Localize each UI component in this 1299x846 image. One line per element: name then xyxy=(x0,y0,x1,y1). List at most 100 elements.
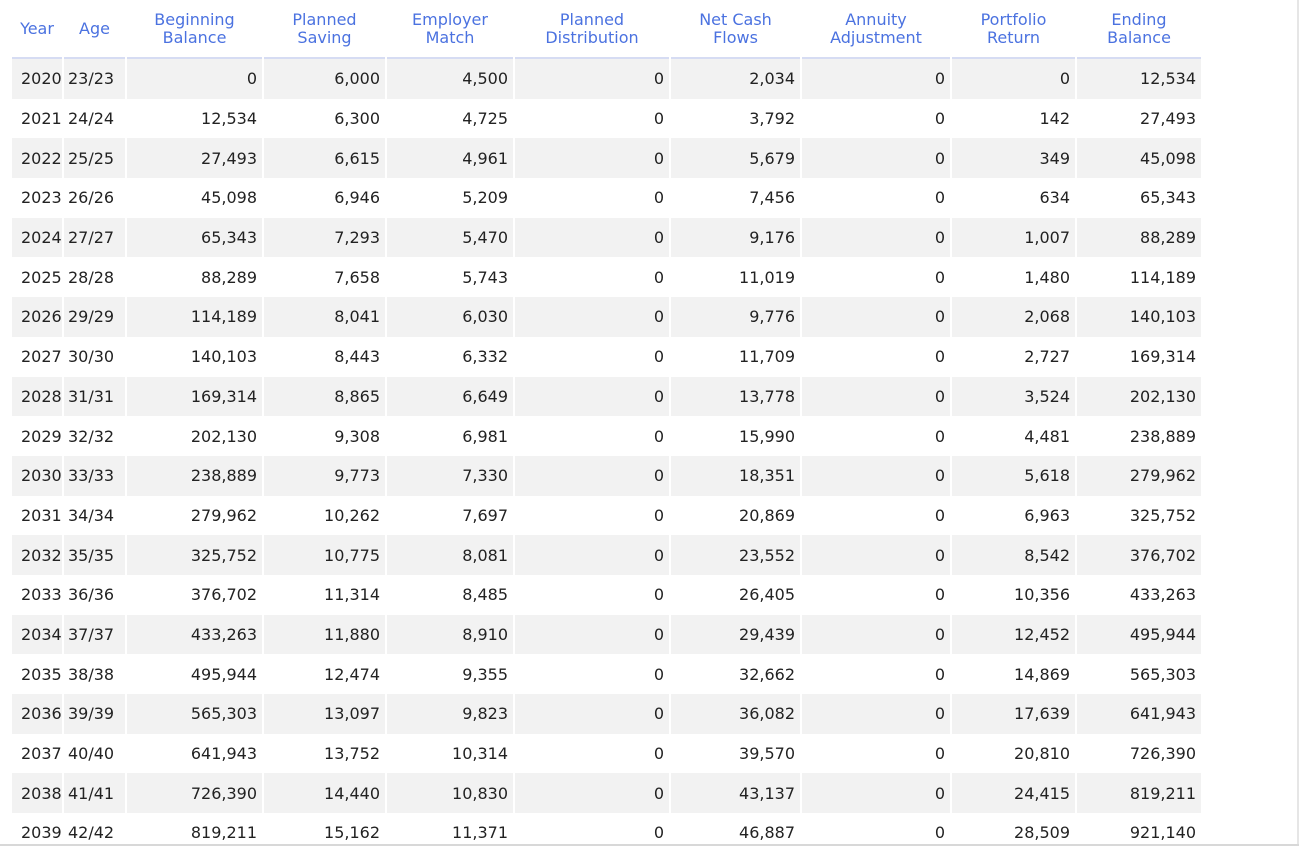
cell-planned-distribution: 0 xyxy=(515,376,669,417)
cell-ending-balance: 140,103 xyxy=(1077,297,1201,337)
col-header-label: Net Cash xyxy=(699,9,772,29)
cell-beginning-balance: 238,889 xyxy=(127,455,262,496)
cell-age: 39/39 xyxy=(64,694,125,734)
col-header-label: Employer xyxy=(412,9,488,29)
cell-ending-balance: 88,289 xyxy=(1077,217,1201,258)
col-header-employer-match[interactable]: Employer Match xyxy=(387,0,513,59)
cell-annuity-adjustment: 0 xyxy=(802,297,950,337)
cell-planned-saving: 11,314 xyxy=(264,574,385,615)
cell-ending-balance: 65,343 xyxy=(1077,178,1201,218)
cell-annuity-adjustment: 0 xyxy=(802,813,950,846)
col-header-planned-distribution[interactable]: Planned Distribution xyxy=(515,0,669,59)
cell-ending-balance: 238,889 xyxy=(1077,416,1201,456)
cell-planned-distribution: 0 xyxy=(515,813,669,846)
table-row: 2021 24/24 12,534 6,300 4,725 0 3,792 0 142 27,49… xyxy=(12,98,1201,139)
cell-employer-match: 6,649 xyxy=(387,376,513,417)
col-header-year[interactable]: Year xyxy=(12,0,62,59)
col-header-age[interactable]: Age xyxy=(64,0,125,59)
cell-planned-saving: 8,865 xyxy=(264,376,385,417)
cell-age: 29/29 xyxy=(64,297,125,337)
col-header-net-cash-flows[interactable]: Net Cash Flows xyxy=(671,0,800,59)
col-header-label: Planned xyxy=(292,9,357,29)
col-header-portfolio-return[interactable]: Portfolio Return xyxy=(952,0,1075,59)
cell-ending-balance: 202,130 xyxy=(1077,376,1201,417)
cell-employer-match: 6,981 xyxy=(387,416,513,456)
cell-planned-saving: 6,615 xyxy=(264,138,385,179)
cell-net-cash-flows: 32,662 xyxy=(671,654,800,694)
cell-portfolio-return: 6,963 xyxy=(952,495,1075,536)
cell-year: 2037 xyxy=(12,733,62,774)
cell-ending-balance: 376,702 xyxy=(1077,535,1201,575)
cell-net-cash-flows: 15,990 xyxy=(671,416,800,456)
cell-year: 2030 xyxy=(12,455,62,496)
cell-age: 26/26 xyxy=(64,178,125,218)
cell-annuity-adjustment: 0 xyxy=(802,694,950,734)
col-header-label: Year xyxy=(20,18,54,38)
cell-planned-saving: 13,097 xyxy=(264,694,385,734)
cell-portfolio-return: 17,639 xyxy=(952,694,1075,734)
table-row: 2035 38/38 495,944 12,474 9,355 0 32,662 0 14,86… xyxy=(12,654,1201,694)
savings-projection-table: Year Age Beginning Balance Planned Saving … xyxy=(10,0,1203,846)
cell-portfolio-return: 634 xyxy=(952,178,1075,218)
table-row: 2020 23/23 0 6,000 4,500 0 2,034 0 0 12,534 xyxy=(12,59,1201,99)
cell-planned-saving: 9,308 xyxy=(264,416,385,456)
table-row: 2023 26/26 45,098 6,946 5,209 0 7,456 0 634 65,34… xyxy=(12,178,1201,218)
cell-ending-balance: 819,211 xyxy=(1077,773,1201,814)
cell-net-cash-flows: 18,351 xyxy=(671,455,800,496)
cell-ending-balance: 45,098 xyxy=(1077,138,1201,179)
cell-beginning-balance: 565,303 xyxy=(127,694,262,734)
cell-annuity-adjustment: 0 xyxy=(802,495,950,536)
table-row: 2027 30/30 140,103 8,443 6,332 0 11,709 0 2,727 1… xyxy=(12,336,1201,377)
cell-net-cash-flows: 29,439 xyxy=(671,614,800,655)
cell-ending-balance: 279,962 xyxy=(1077,455,1201,496)
cell-planned-distribution: 0 xyxy=(515,495,669,536)
cell-beginning-balance: 376,702 xyxy=(127,574,262,615)
cell-employer-match: 5,743 xyxy=(387,257,513,298)
cell-annuity-adjustment: 0 xyxy=(802,773,950,814)
cell-ending-balance: 565,303 xyxy=(1077,654,1201,694)
cell-net-cash-flows: 11,709 xyxy=(671,336,800,377)
col-header-ending-balance[interactable]: Ending Balance xyxy=(1077,0,1201,59)
col-header-label: Portfolio xyxy=(980,9,1047,29)
col-header-annuity-adjustment[interactable]: Annuity Adjustment xyxy=(802,0,950,59)
cell-employer-match: 9,823 xyxy=(387,694,513,734)
cell-year: 2039 xyxy=(12,813,62,846)
table-row: 2039 42/42 819,211 15,162 11,371 0 46,887 0 28,5… xyxy=(12,813,1201,846)
cell-planned-saving: 6,946 xyxy=(264,178,385,218)
col-header-label: Balance xyxy=(162,27,227,47)
cell-net-cash-flows: 20,869 xyxy=(671,495,800,536)
cell-annuity-adjustment: 0 xyxy=(802,59,950,99)
cell-employer-match: 7,697 xyxy=(387,495,513,536)
projection-view: Year Age Beginning Balance Planned Saving … xyxy=(0,0,1299,846)
cell-age: 32/32 xyxy=(64,416,125,456)
cell-beginning-balance: 12,534 xyxy=(127,98,262,139)
cell-planned-distribution: 0 xyxy=(515,416,669,456)
cell-net-cash-flows: 5,679 xyxy=(671,138,800,179)
cell-portfolio-return: 3,524 xyxy=(952,376,1075,417)
cell-year: 2032 xyxy=(12,535,62,575)
cell-beginning-balance: 279,962 xyxy=(127,495,262,536)
table-row: 2036 39/39 565,303 13,097 9,823 0 36,082 0 17,63… xyxy=(12,694,1201,734)
cell-planned-distribution: 0 xyxy=(515,574,669,615)
cell-age: 28/28 xyxy=(64,257,125,298)
cell-employer-match: 6,332 xyxy=(387,336,513,377)
col-header-beginning-balance[interactable]: Beginning Balance xyxy=(127,0,262,59)
cell-age: 38/38 xyxy=(64,654,125,694)
table-row: 2033 36/36 376,702 11,314 8,485 0 26,405 0 10,35… xyxy=(12,574,1201,615)
cell-planned-distribution: 0 xyxy=(515,654,669,694)
cell-planned-distribution: 0 xyxy=(515,614,669,655)
cell-portfolio-return: 14,869 xyxy=(952,654,1075,694)
cell-net-cash-flows: 2,034 xyxy=(671,59,800,99)
cell-portfolio-return: 8,542 xyxy=(952,535,1075,575)
cell-portfolio-return: 12,452 xyxy=(952,614,1075,655)
cell-annuity-adjustment: 0 xyxy=(802,614,950,655)
cell-annuity-adjustment: 0 xyxy=(802,376,950,417)
cell-portfolio-return: 1,480 xyxy=(952,257,1075,298)
cell-planned-saving: 8,443 xyxy=(264,336,385,377)
cell-employer-match: 8,910 xyxy=(387,614,513,655)
cell-year: 2038 xyxy=(12,773,62,814)
cell-beginning-balance: 495,944 xyxy=(127,654,262,694)
col-header-planned-saving[interactable]: Planned Saving xyxy=(264,0,385,59)
cell-annuity-adjustment: 0 xyxy=(802,257,950,298)
cell-net-cash-flows: 9,776 xyxy=(671,297,800,337)
